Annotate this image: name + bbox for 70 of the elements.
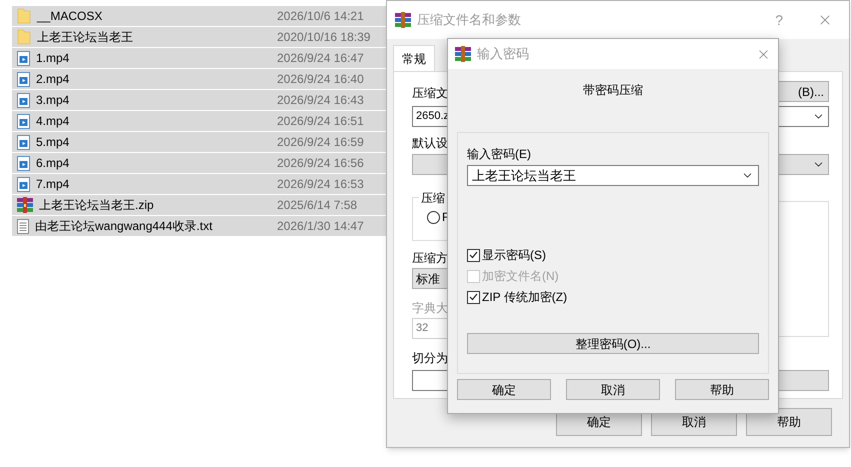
dialog-heading: 带密码压缩	[583, 82, 643, 99]
file-date: 2026/9/24 16:40	[277, 71, 365, 88]
file-row[interactable]: __MACOSX 2026/10/6 14:21	[12, 6, 388, 27]
checkbox-label: 加密文件名(N)	[482, 268, 559, 285]
file-name: 3.mp4	[36, 92, 70, 109]
check-icon	[469, 293, 478, 301]
file-name: 由老王论坛wangwang444收录.txt	[35, 218, 212, 235]
tab[interactable]: 常规	[393, 45, 435, 71]
folder-icon	[17, 29, 31, 45]
file-name: 6.mp4	[36, 155, 70, 172]
file-name: 上老王论坛当老王.zip	[39, 197, 154, 214]
check-icon	[469, 251, 478, 259]
file-date: 2026/10/6 14:21	[277, 8, 365, 25]
file-row[interactable]: 6.mp4 2026/9/24 16:56	[12, 153, 388, 174]
file-row[interactable]: 4.mp4 2026/9/24 16:51	[12, 111, 388, 132]
file-row[interactable]: 1.mp4 2026/9/24 16:47	[12, 48, 388, 69]
text-file-icon	[17, 218, 29, 234]
app-icon	[395, 12, 411, 28]
window-title: 输入密码	[477, 45, 530, 64]
folder-icon	[17, 8, 31, 24]
file-date: 2025/6/14 7:58	[277, 197, 358, 214]
app-icon	[455, 46, 471, 62]
field-label: 默认设	[412, 135, 449, 152]
video-file-icon	[17, 176, 30, 192]
file-date: 2026/9/24 16:56	[277, 155, 365, 172]
window-title: 压缩文件名和参数	[417, 11, 522, 30]
file-row[interactable]: 由老王论坛wangwang444收录.txt 2026/1/30 14:47	[12, 216, 388, 237]
file-row[interactable]: 5.mp4 2026/9/24 16:59	[12, 132, 388, 153]
ok-button[interactable]: 确定	[457, 379, 551, 400]
field-label: 字典大	[412, 300, 449, 317]
video-file-icon	[17, 156, 30, 170]
video-file-icon	[17, 134, 30, 150]
file-row[interactable]: 7.mp4 2026/9/24 16:53	[12, 174, 388, 195]
file-date: 2026/9/24 16:59	[277, 134, 365, 151]
file-name: 5.mp4	[36, 134, 70, 151]
video-file-icon	[17, 92, 30, 108]
archive-icon	[17, 197, 33, 213]
file-date: 2026/9/24 16:47	[277, 50, 365, 67]
checkbox-label: 显示密码(S)	[482, 247, 546, 264]
field-label: 切分为	[412, 350, 449, 367]
file-name: 4.mp4	[36, 113, 70, 130]
field-label: 压缩文	[412, 85, 448, 102]
help-button[interactable]: 帮助	[675, 379, 769, 400]
checkbox-label: ZIP 传统加密(Z)	[482, 289, 568, 306]
file-row[interactable]: 上老王论坛当老王 2020/10/16 18:39	[12, 27, 388, 48]
field-label: 压缩方	[412, 250, 448, 267]
organize-passwords-button[interactable]: 整理密码(O)...	[467, 333, 759, 354]
video-file-icon	[17, 114, 30, 128]
file-row[interactable]: 3.mp4 2026/9/24 16:43	[12, 90, 388, 111]
checkbox[interactable]	[467, 290, 480, 304]
cancel-button[interactable]: 取消	[566, 379, 660, 400]
video-file-icon	[17, 50, 30, 66]
file-name: 2.mp4	[36, 71, 70, 88]
password-field[interactable]: 上老王论坛当老王	[467, 165, 759, 186]
file-date: 2026/9/24 16:51	[277, 113, 365, 130]
file-date: 2020/10/16 18:39	[277, 29, 372, 46]
file-row[interactable]: 2.mp4 2026/9/24 16:40	[12, 69, 388, 90]
file-date: 2026/9/24 16:53	[277, 176, 365, 193]
file-name: 1.mp4	[36, 50, 70, 67]
file-name: 上老王论坛当老王	[37, 29, 133, 46]
file-name: 7.mp4	[36, 176, 70, 193]
file-date: 2026/1/30 14:47	[277, 218, 365, 235]
checkbox[interactable]	[467, 248, 480, 262]
field-label: 输入密码(E)	[467, 146, 532, 163]
help-button[interactable]: 帮助	[746, 408, 832, 436]
video-file-icon	[17, 72, 30, 86]
radio-button[interactable]	[427, 210, 440, 224]
file-name: __MACOSX	[37, 8, 102, 25]
file-date: 2026/9/24 16:43	[277, 92, 365, 109]
file-row[interactable]: 上老王论坛当老王.zip 2025/6/14 7:58	[12, 195, 388, 216]
